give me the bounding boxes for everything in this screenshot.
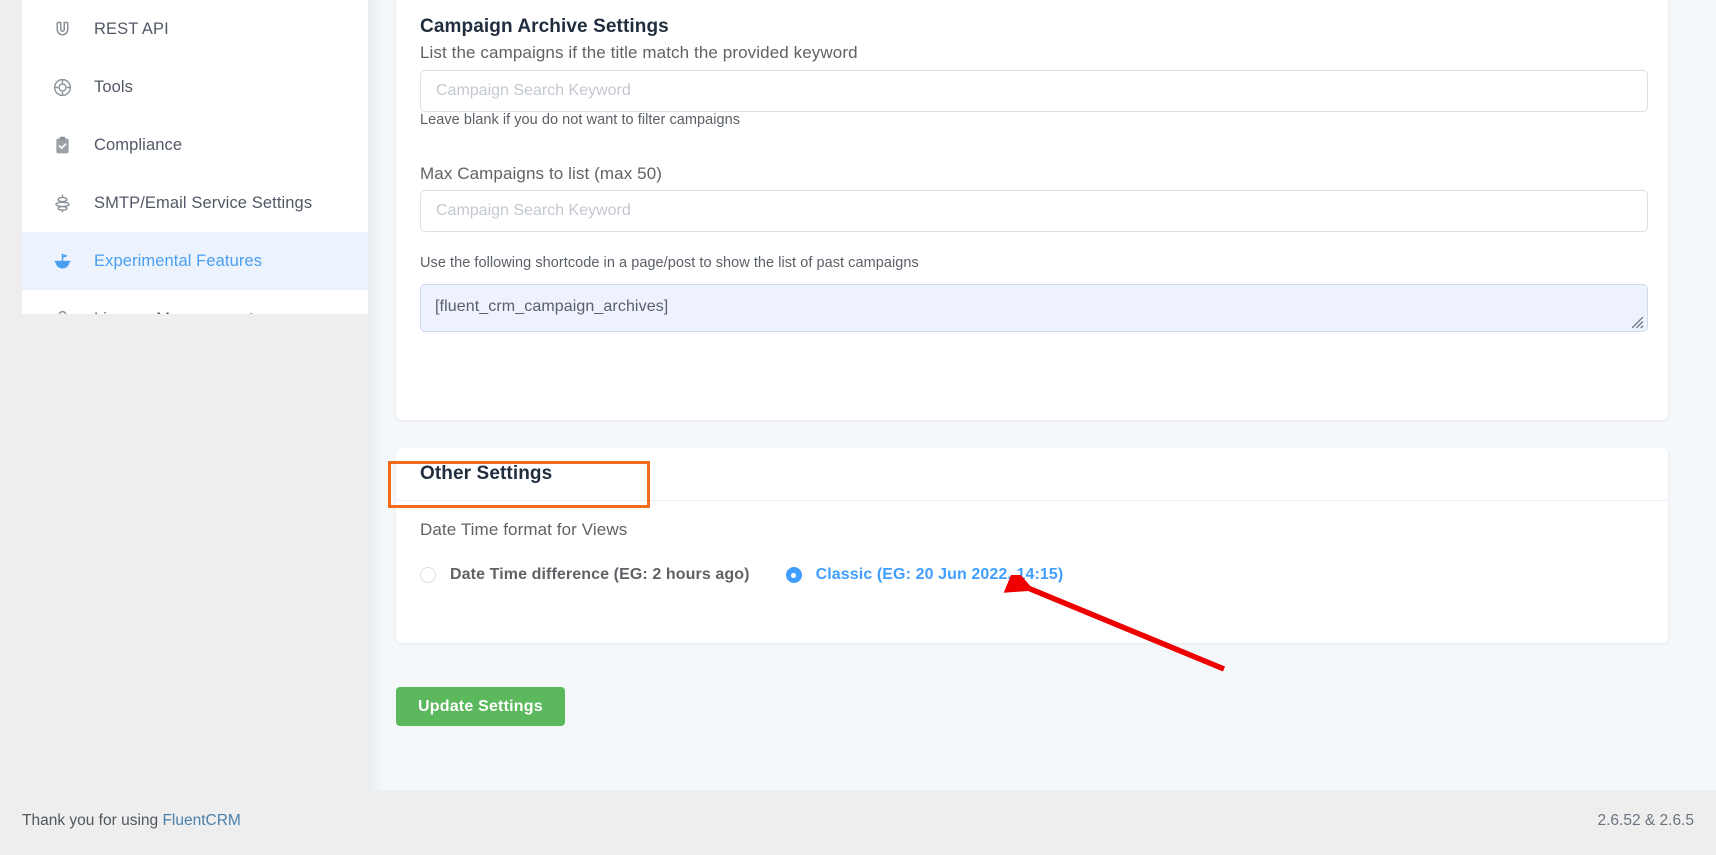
magnet-icon (50, 17, 74, 41)
footer-versions: 2.6.52 & 2.6.5 (1597, 812, 1694, 829)
sidebar-item-label: Compliance (94, 135, 183, 154)
fluentcrm-link[interactable]: FluentCRM (162, 812, 240, 829)
shortcode-help-text: Use the following shortcode in a page/po… (420, 255, 919, 271)
sidebar-item-tools[interactable]: Tools (22, 58, 368, 116)
shortcode-value: [fluent_crm_campaign_archives] (435, 298, 669, 315)
resize-handle-icon[interactable] (1631, 316, 1644, 329)
sidebar-item-experimental-features[interactable]: Experimental Features (22, 232, 368, 290)
sidebar-item-rest-api[interactable]: REST API (22, 0, 368, 58)
clipboard-check-icon (50, 133, 74, 157)
other-settings-title: Other Settings (420, 463, 553, 484)
radio-label: Classic (EG: 20 Jun 2022, 14:15) (815, 566, 1064, 583)
server-stack-icon (50, 191, 74, 215)
date-time-format-radio-group: Date Time difference (EG: 2 hours ago) C… (420, 566, 1063, 584)
keyword-field-label: List the campaigns if the title match th… (420, 43, 858, 62)
radio-circle-unselected-icon[interactable] (420, 567, 436, 583)
settings-sidebar: REST API Tools Compliance SMTP/Email Ser… (22, 0, 369, 348)
sidebar-item-smtp-email[interactable]: SMTP/Email Service Settings (22, 174, 368, 232)
shortcode-textarea[interactable]: [fluent_crm_campaign_archives] (420, 284, 1648, 332)
radio-circle-selected-icon[interactable] (785, 567, 802, 583)
other-settings-body: Date Time format for Views Date Time dif… (420, 520, 1063, 584)
keyword-field-help: Leave blank if you do not want to filter… (420, 112, 741, 128)
admin-left-gutter (0, 0, 22, 790)
radio-option-classic[interactable]: Classic (EG: 20 Jun 2022, 14:15) (785, 566, 1064, 584)
admin-page: REST API Tools Compliance SMTP/Email Ser… (0, 0, 1716, 855)
max-campaigns-input[interactable] (420, 190, 1648, 232)
sidebar-item-label: REST API (94, 19, 169, 38)
campaign-search-keyword-input[interactable] (420, 70, 1648, 112)
flask-icon (50, 249, 74, 273)
content-left-edge (369, 0, 385, 790)
campaign-archive-title: Campaign Archive Settings (420, 16, 669, 37)
date-time-format-label: Date Time format for Views (420, 520, 628, 539)
radio-label: Date Time difference (EG: 2 hours ago) (450, 566, 750, 583)
footer-thanks-text: Thank you for using (22, 812, 163, 829)
sidebar-item-label: Tools (94, 77, 134, 96)
other-settings-card: Other Settings Date Time format for View… (396, 448, 1668, 643)
lifebuoy-icon (50, 75, 74, 99)
footer-thanks: Thank you for using FluentCRM (22, 812, 241, 830)
max-campaigns-label: Max Campaigns to list (max 50) (420, 164, 663, 183)
sidebar-item-compliance[interactable]: Compliance (22, 116, 368, 174)
update-settings-button[interactable]: Update Settings (396, 687, 565, 726)
sidebar-item-label: Experimental Features (94, 251, 263, 270)
radio-option-date-time-difference[interactable]: Date Time difference (EG: 2 hours ago) (420, 566, 750, 584)
other-settings-header: Other Settings (396, 448, 1668, 501)
sidebar-item-label: SMTP/Email Service Settings (94, 193, 313, 212)
sidebar-empty-area (22, 314, 369, 790)
page-footer: Thank you for using FluentCRM 2.6.52 & 2… (0, 790, 1716, 855)
